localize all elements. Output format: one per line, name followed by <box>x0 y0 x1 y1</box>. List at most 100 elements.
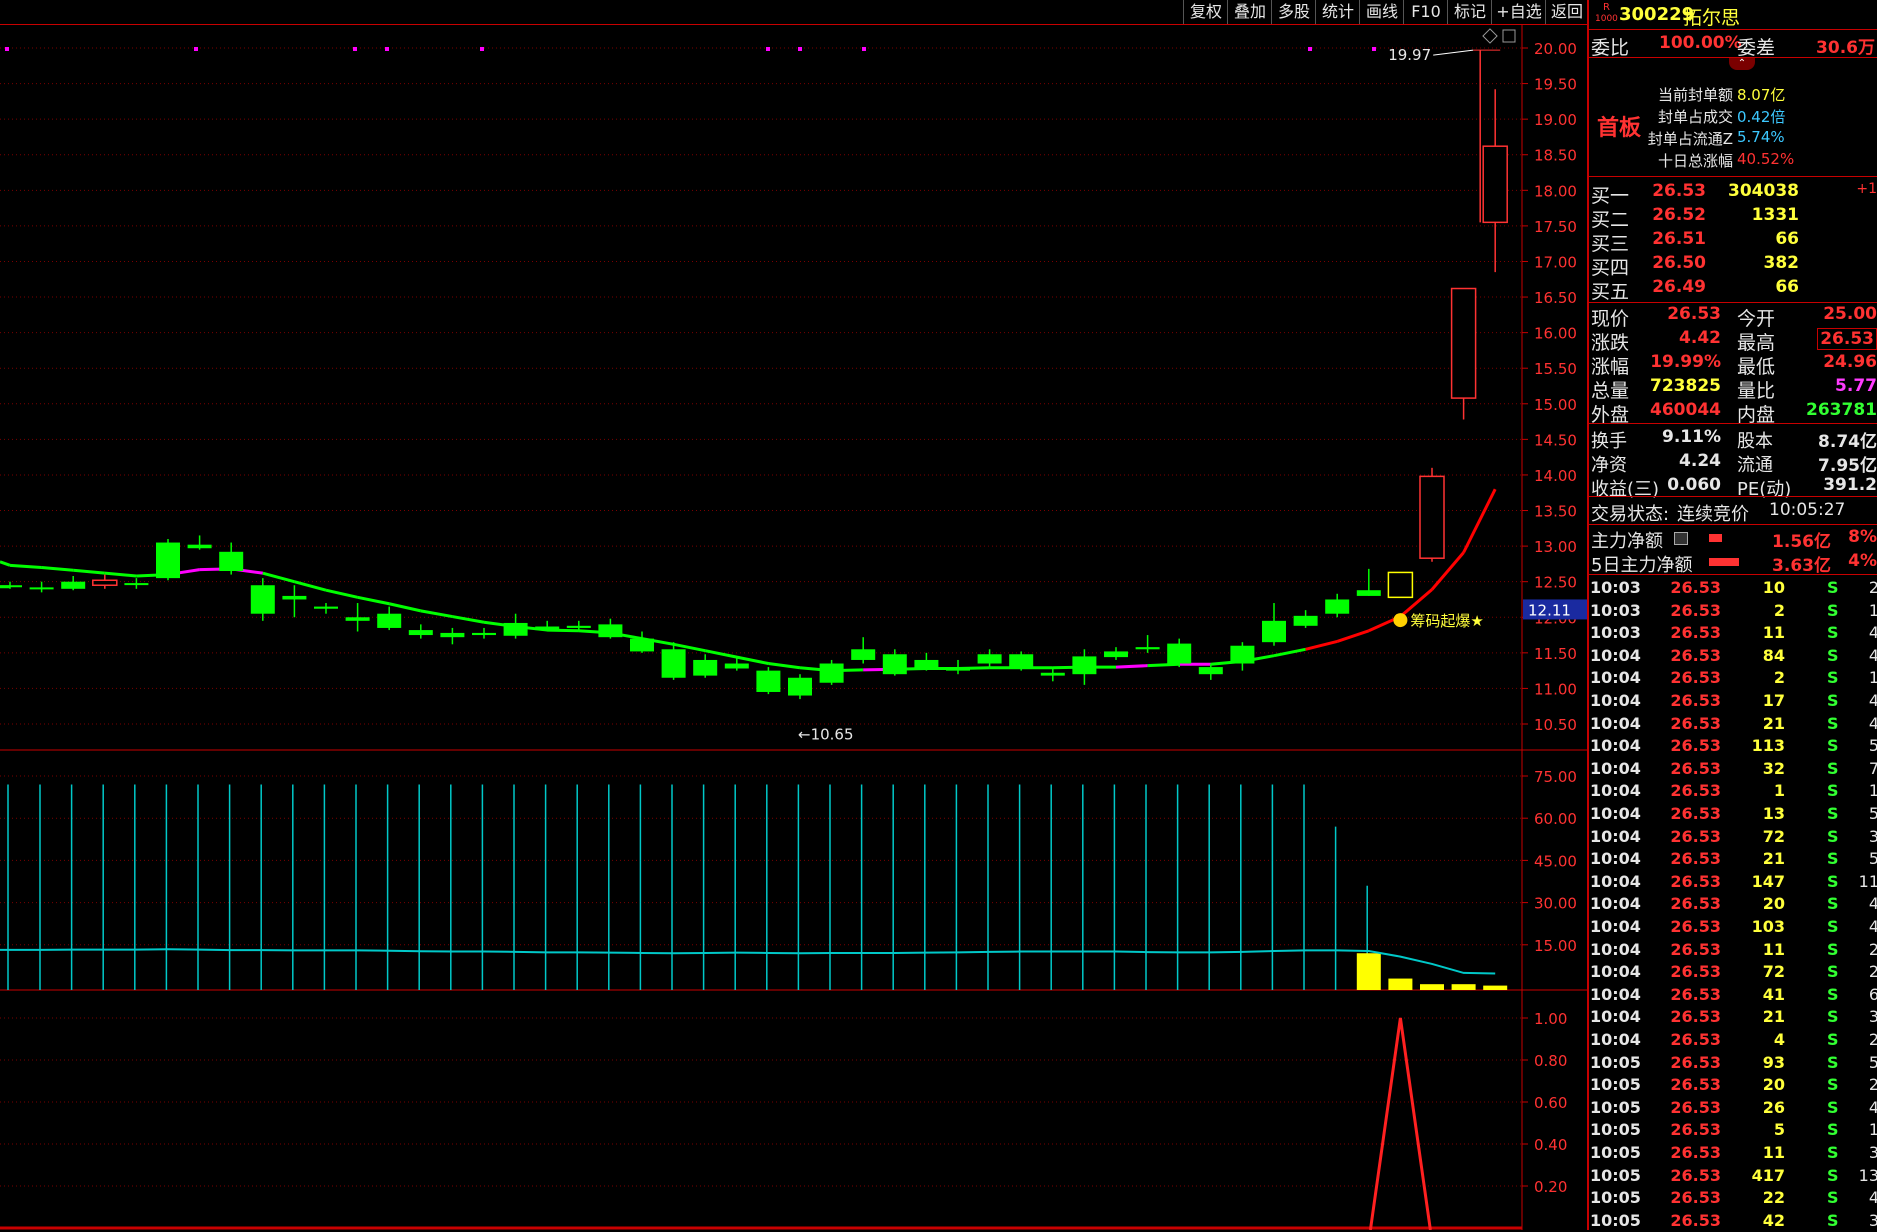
bid-label: 买三 <box>1591 233 1630 255</box>
tick-volume: 42 <box>1762 1210 1785 1230</box>
quote-row: 外盘 460044 内盘 263781 <box>1589 400 1877 426</box>
fundamental-row: 换手 9.11% 股本 8.74亿 <box>1589 427 1877 452</box>
bid-volume: 66 <box>1775 277 1799 297</box>
tick-time: 10:04 <box>1590 894 1641 914</box>
indicator-tick-label: 0.60 <box>1534 1094 1567 1112</box>
tick-side: S <box>1827 645 1839 665</box>
price-tick-label: 18.00 <box>1534 182 1577 200</box>
tick-time: 10:04 <box>1590 713 1641 733</box>
ma-line-segment <box>357 595 390 606</box>
toolbar-button-3[interactable]: 统计 <box>1315 0 1360 24</box>
tick-count: 2 <box>1868 939 1877 959</box>
tick-count: 13 <box>1858 1165 1877 1185</box>
ma-line-segment <box>1115 664 1148 669</box>
bid-row[interactable]: 买一 26.53 304038 +1 <box>1589 181 1877 207</box>
tick-price: 26.53 <box>1670 871 1721 891</box>
quote-label-left: 总量 <box>1591 380 1630 402</box>
tick-row: 10:04 26.53 1 S 1 <box>1589 781 1877 802</box>
tick-row: 10:05 26.53 5 S 1 <box>1589 1120 1877 1141</box>
tick-side: S <box>1827 713 1839 733</box>
tick-count: 4 <box>1868 623 1877 643</box>
quote-value-left: 26.53 <box>1667 304 1721 324</box>
tick-side: S <box>1827 781 1839 801</box>
capital-bar <box>1709 534 1722 542</box>
candle-body <box>1104 651 1128 658</box>
board-row-value: 8.07亿 <box>1737 86 1786 104</box>
tick-count: 1 <box>1868 1120 1877 1140</box>
tick-row: 10:03 26.53 2 S 1 <box>1589 601 1877 622</box>
tick-price: 26.53 <box>1670 781 1721 801</box>
toolbar-button-8[interactable]: 返回 <box>1545 0 1588 24</box>
capital-value: 3.63亿 <box>1772 556 1831 576</box>
bid-row[interactable]: 买二 26.52 1331 <box>1589 205 1877 231</box>
candle-body <box>1325 599 1350 614</box>
ma-line-segment <box>388 602 422 613</box>
board-row: 封单占流通Z 5.74% <box>1589 128 1877 148</box>
tick-count: 4 <box>1868 1097 1877 1117</box>
fund-label-left: 净资 <box>1591 455 1627 476</box>
signal-dot <box>480 47 484 51</box>
candle-body <box>914 659 939 669</box>
tick-volume: 103 <box>1751 917 1785 936</box>
calculator-icon[interactable] <box>1674 532 1688 545</box>
tick-row: 10:04 26.53 13 S 5 <box>1589 804 1877 825</box>
signal-dot <box>194 47 198 51</box>
toolbar-button-7[interactable]: +自选 <box>1491 0 1546 24</box>
tick-row: 10:03 26.53 10 S 2 <box>1589 578 1877 599</box>
tick-volume: 21 <box>1762 849 1785 869</box>
price-tick-label: 14.50 <box>1534 431 1577 449</box>
candle-body <box>630 638 654 652</box>
panel-toggle-icon[interactable] <box>1502 29 1516 43</box>
volume-tick-label: 60.00 <box>1534 810 1577 828</box>
tick-volume: 11 <box>1762 1143 1785 1162</box>
candle-body <box>598 624 623 638</box>
toolbar-button-0[interactable]: 复权 <box>1183 0 1228 24</box>
diamond-icon[interactable] <box>1482 28 1498 44</box>
kline-chart[interactable]: 20.00 19.50 19.00 18.50 18.00 17.50 17.00 16.50… <box>0 24 1587 1230</box>
bid-row[interactable]: 买四 26.50 382 <box>1589 253 1877 279</box>
ma-line-segment <box>325 588 358 599</box>
weibi-label: 委比 <box>1591 37 1630 59</box>
collapse-arrow-icon[interactable]: ⌃ <box>1729 58 1755 70</box>
ma-line-segment <box>420 609 453 619</box>
candle-body <box>1387 571 1414 599</box>
tick-side: S <box>1827 1052 1839 1072</box>
tick-volume: 11 <box>1762 939 1785 959</box>
tick-volume: 72 <box>1762 962 1785 982</box>
indicator-tick-label: 0.40 <box>1534 1136 1567 1154</box>
quote-label-right: 最高 <box>1737 332 1776 354</box>
price-tick-label: 19.00 <box>1534 111 1577 129</box>
tick-time: 10:04 <box>1590 917 1641 936</box>
candle-body <box>1072 656 1097 675</box>
tick-time: 10:04 <box>1590 984 1641 1004</box>
toolbar-button-6[interactable]: 标记 <box>1447 0 1492 24</box>
board-row-value: 5.74% <box>1737 128 1785 146</box>
bid-volume: 1331 <box>1751 205 1799 225</box>
tick-side: S <box>1827 826 1839 846</box>
ma-line-segment <box>104 571 137 578</box>
tick-side: S <box>1827 623 1839 643</box>
price-tick-label: 15.00 <box>1534 396 1577 414</box>
stock-header: R 1000 300229 拓尔思 <box>1589 2 1877 29</box>
tick-row: 10:05 26.53 42 S 3 <box>1589 1211 1877 1232</box>
stock-name: 拓尔思 <box>1683 7 1741 29</box>
capital-bar <box>1709 558 1739 566</box>
tick-count: 4 <box>1868 1188 1877 1208</box>
candle-body <box>1293 615 1318 626</box>
bid-row[interactable]: 买五 26.49 66 <box>1589 277 1877 303</box>
tick-side: S <box>1827 1165 1839 1185</box>
capital-row: 主力净额 1.56亿 8% <box>1589 527 1877 552</box>
toolbar-button-1[interactable]: 叠加 <box>1227 0 1272 24</box>
chart-toolbar: 复权 叠加 多股 统计 画线 F10 标记 +自选 返回 <box>0 0 1587 25</box>
toolbar-button-2[interactable]: 多股 <box>1271 0 1316 24</box>
bid-extra: +1 <box>1856 181 1877 197</box>
price-tick-label: 16.00 <box>1534 325 1577 343</box>
toolbar-button-5[interactable]: F10 <box>1403 0 1448 24</box>
bid-row[interactable]: 买三 26.51 66 <box>1589 229 1877 255</box>
tick-price: 26.53 <box>1670 984 1721 1004</box>
tick-row: 10:04 26.53 72 S 3 <box>1589 827 1877 848</box>
tick-side: S <box>1827 984 1839 1004</box>
bid-price: 26.51 <box>1652 229 1706 249</box>
tick-side: S <box>1827 1075 1839 1095</box>
toolbar-button-4[interactable]: 画线 <box>1359 0 1404 24</box>
